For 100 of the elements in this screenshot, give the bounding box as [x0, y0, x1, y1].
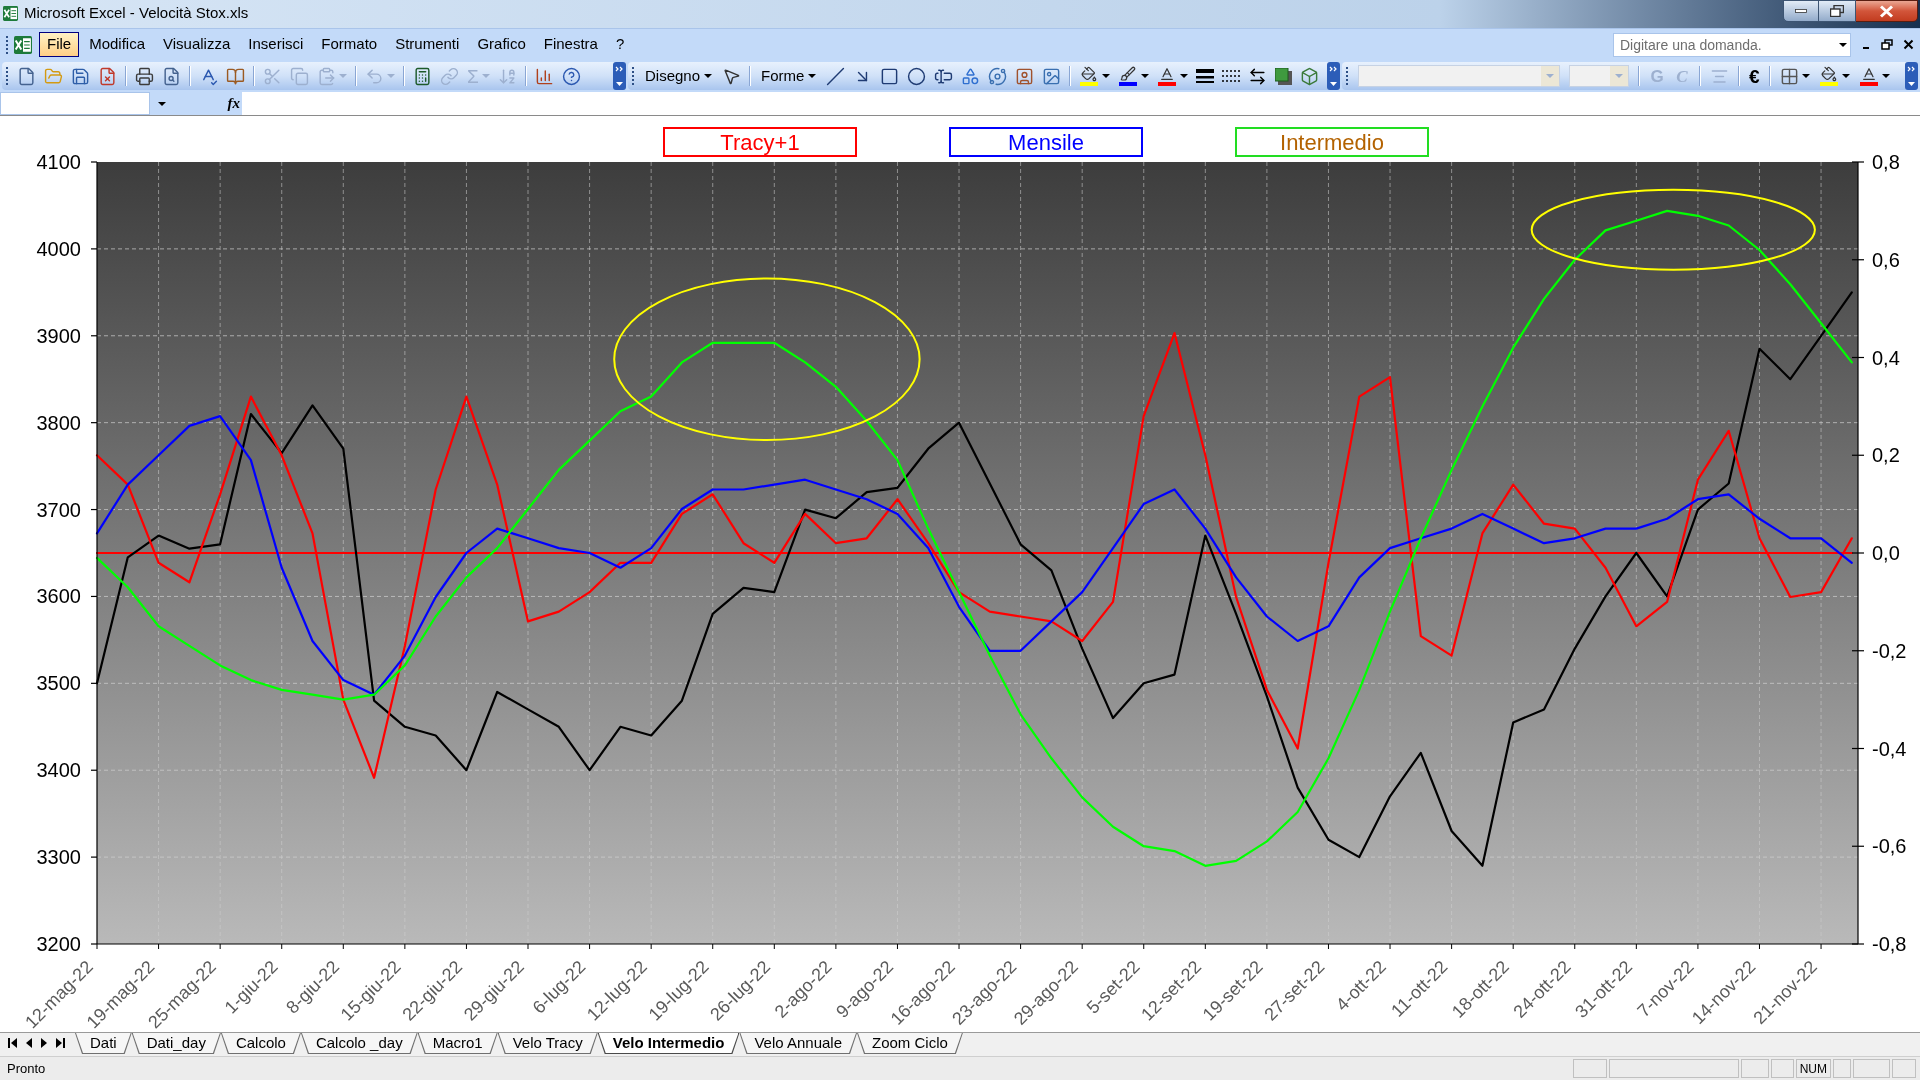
restore-icon[interactable]: [1881, 39, 1893, 50]
legend-label: Tracy+1: [663, 127, 857, 157]
axis-label: 3500: [36, 672, 81, 695]
next-icon[interactable]: [41, 1038, 47, 1048]
menu-item[interactable]: Finestra: [535, 32, 606, 57]
currency-symbol[interactable]: €: [1749, 66, 1760, 86]
print-icon[interactable]: [135, 66, 154, 86]
close-button[interactable]: [1856, 0, 1918, 22]
grip-icon[interactable]: [631, 66, 635, 86]
caret-icon[interactable]: [1839, 42, 1847, 47]
window-title: Microsoft Excel - Velocità Stox.xls: [24, 2, 249, 23]
status-panel: [1833, 1059, 1851, 1078]
bar-chart-icon[interactable]: [534, 66, 554, 86]
caret-icon[interactable]: [1180, 74, 1189, 78]
save-icon[interactable]: [71, 66, 90, 86]
cube-icon[interactable]: [1300, 66, 1320, 86]
sheet-tab[interactable]: Velo Tracy: [497, 1033, 598, 1054]
caret-icon[interactable]: [1102, 74, 1111, 78]
menu-item[interactable]: ?: [607, 32, 633, 57]
caret-icon[interactable]: [704, 74, 713, 78]
last-icon[interactable]: [56, 1038, 65, 1048]
function-label[interactable]: fx: [227, 92, 240, 115]
grip-icon[interactable]: [1345, 66, 1349, 86]
sheet-tab[interactable]: Velo Annuale: [739, 1033, 857, 1054]
arrows-icon[interactable]: [1248, 66, 1268, 86]
restore-button[interactable]: [1819, 0, 1856, 22]
axis-label: 3200: [36, 933, 81, 955]
axis-label: -0,6: [1872, 835, 1907, 858]
line-weight-icon[interactable]: [1196, 69, 1215, 83]
font-name-field[interactable]: [1358, 65, 1560, 87]
toolbar-options-icon[interactable]: [1905, 62, 1918, 90]
minimize-button[interactable]: [1783, 0, 1819, 22]
sheet-tab[interactable]: Zoom Ciclo: [857, 1033, 963, 1054]
rectangle-icon[interactable]: [880, 66, 900, 86]
first-icon[interactable]: [8, 1038, 17, 1048]
sheet-tab[interactable]: Macro1: [417, 1033, 498, 1054]
caret-icon[interactable]: [158, 101, 166, 106]
font-color-icon[interactable]: [1858, 66, 1879, 86]
font-size-field[interactable]: [1569, 65, 1629, 87]
spreadsheet-icon[interactable]: [3, 5, 18, 21]
grip-icon[interactable]: [5, 34, 9, 55]
borders-icon[interactable]: [1779, 66, 1799, 86]
caret-icon[interactable]: [1141, 74, 1150, 78]
menu-item[interactable]: Grafico: [469, 32, 534, 57]
sheet-tab[interactable]: Velo Intermedio: [597, 1033, 740, 1054]
menu-item[interactable]: Formato: [313, 32, 386, 57]
toolbar-options-icon[interactable]: [1327, 62, 1341, 90]
status-text: Pronto: [7, 1059, 46, 1078]
axis-label: 0,6: [1872, 248, 1900, 271]
toolbar-options-icon[interactable]: [613, 62, 626, 90]
dash-style-icon[interactable]: [1222, 70, 1241, 82]
axis-label: 3700: [36, 498, 81, 521]
line-icon[interactable]: [826, 66, 846, 86]
menu-item[interactable]: Modifica: [81, 32, 154, 57]
sheet-tab[interactable]: Dati_day: [131, 1033, 221, 1054]
sheet-tab[interactable]: Calcolo: [220, 1033, 301, 1054]
axis-label: -0,4: [1872, 737, 1907, 760]
close-icon[interactable]: [1903, 39, 1914, 50]
legend-label: Intermedio: [1235, 127, 1429, 157]
ring-diagram-icon[interactable]: [988, 66, 1008, 86]
calculator-icon[interactable]: [413, 66, 432, 86]
shadow-icon[interactable]: [1275, 67, 1293, 85]
caret-icon[interactable]: [1801, 74, 1810, 78]
name-box-field[interactable]: [0, 92, 150, 115]
axis-label: 0,8: [1872, 151, 1900, 173]
axis-label: -0,2: [1872, 639, 1907, 662]
menu-button[interactable]: Disegno: [643, 64, 715, 88]
question-field[interactable]: Digitare una domanda.: [1613, 32, 1851, 57]
menu-button[interactable]: Forme: [759, 64, 819, 88]
fill-color-icon[interactable]: [1079, 66, 1100, 86]
spreadsheet-icon[interactable]: [14, 35, 32, 54]
formula-field[interactable]: [242, 92, 1920, 115]
shapes-icon[interactable]: [961, 66, 981, 86]
menu-item[interactable]: Visualizza: [155, 32, 239, 57]
text-box-icon[interactable]: [934, 66, 954, 86]
menu-item[interactable]: File: [39, 32, 80, 57]
book-icon[interactable]: [226, 66, 245, 86]
page-magnifier-icon[interactable]: [162, 66, 181, 86]
font-color-icon[interactable]: [1157, 66, 1178, 86]
menu-item[interactable]: Inserisci: [240, 32, 312, 57]
caret-icon[interactable]: [808, 74, 817, 78]
fill-color-icon[interactable]: [1818, 66, 1839, 86]
menu-item[interactable]: Strumenti: [387, 32, 468, 57]
restore-icon: [1830, 5, 1844, 17]
oval-icon[interactable]: [907, 66, 927, 86]
page-cross-icon[interactable]: [98, 66, 117, 86]
line-color-icon[interactable]: [1118, 66, 1139, 86]
portrait-icon[interactable]: [1015, 66, 1035, 86]
sheet-tab[interactable]: Dati: [75, 1033, 132, 1054]
pointer-icon[interactable]: [722, 66, 742, 86]
picture-icon[interactable]: [1042, 66, 1062, 86]
legend-label: Mensile: [949, 127, 1143, 157]
previous-icon[interactable]: [26, 1038, 32, 1048]
grip-icon[interactable]: [5, 66, 9, 86]
caret-icon[interactable]: [1881, 74, 1890, 78]
blank-page-icon[interactable]: [17, 66, 36, 86]
clipboard-icon[interactable]: [317, 66, 336, 86]
caret-icon[interactable]: [1841, 74, 1850, 78]
sheet-tab[interactable]: Calcolo _day: [300, 1033, 418, 1054]
help-icon[interactable]: [561, 66, 581, 86]
